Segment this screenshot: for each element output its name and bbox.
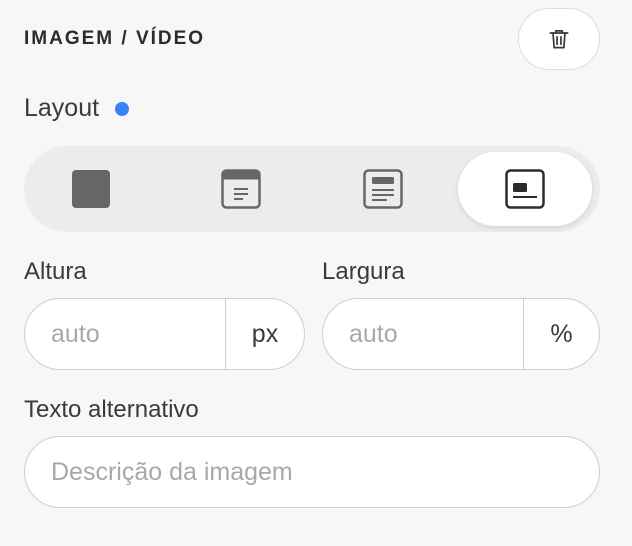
section-title: IMAGEM / VÍDEO	[24, 28, 206, 49]
height-unit-selector[interactable]: px	[225, 299, 304, 369]
alt-text-input-group	[24, 436, 600, 508]
layout-option-full-image[interactable]	[24, 152, 158, 226]
width-input-group: %	[322, 298, 600, 370]
width-label: Largura	[322, 258, 405, 285]
alt-text-input[interactable]	[25, 437, 585, 507]
alt-text-label: Texto alternativo	[24, 396, 199, 423]
width-unit-selector[interactable]: %	[523, 299, 599, 369]
layout-modified-indicator	[115, 101, 130, 116]
layout-option-image-header[interactable]	[316, 152, 450, 226]
solid-square-icon	[69, 167, 113, 211]
image-video-panel: IMAGEM / VÍDEO Layout Altura auto px Lar…	[0, 0, 632, 546]
width-input[interactable]	[323, 299, 523, 369]
delete-button[interactable]	[518, 8, 600, 70]
image-top-layout-icon	[219, 167, 263, 211]
image-left-layout-icon	[503, 167, 547, 211]
height-input[interactable]	[25, 299, 225, 369]
height-input-group: px	[24, 298, 305, 370]
layout-label-text: Layout	[24, 94, 100, 122]
layout-option-image-top[interactable]	[174, 152, 308, 226]
image-header-layout-icon	[361, 167, 405, 211]
height-label: Altura	[24, 258, 87, 285]
layout-selector	[24, 146, 600, 232]
layout-label: Layout	[24, 94, 130, 123]
trash-icon	[546, 26, 572, 52]
layout-option-image-left[interactable]	[458, 152, 592, 226]
